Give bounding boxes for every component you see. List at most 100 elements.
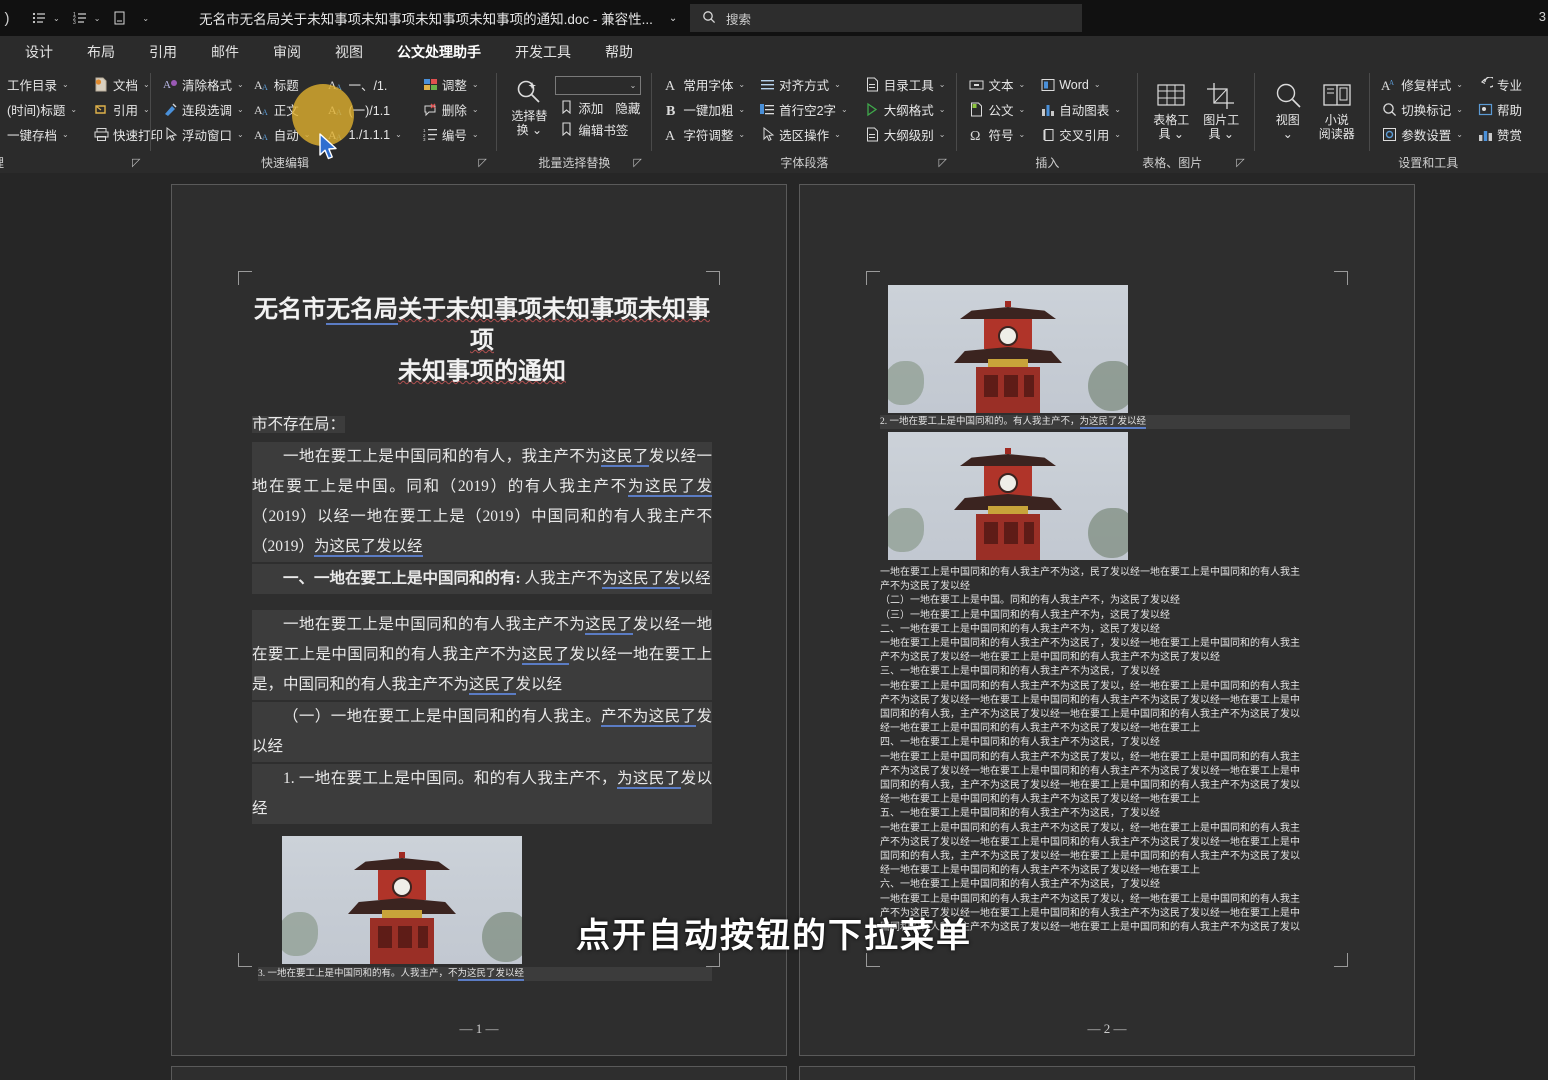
ribbon-item-paragraph-tune[interactable]: 连段选调 ⌄ (159, 97, 247, 122)
document-canvas[interactable]: 无名市无名局关于未知事项未知事项未知事项 未知事项的通知 市不存在局： 一地在要… (0, 173, 1548, 1080)
chevron-down-icon[interactable]: ⌄ (630, 81, 637, 90)
bullet-list-icon[interactable] (26, 5, 52, 31)
chevron-down-icon[interactable]: ⌄ (939, 80, 946, 89)
ribbon-item-numbering-level2[interactable]: A A (一)/1.1 (325, 97, 404, 122)
chevron-down-icon[interactable]: ⌄ (1018, 130, 1025, 139)
document-page-3[interactable] (171, 1066, 787, 1080)
chevron-down-icon[interactable]: ⌄ (70, 105, 77, 114)
chevron-down-icon[interactable]: ⌄ (841, 105, 848, 114)
document-page-1[interactable]: 无名市无名局关于未知事项未知事项未知事项 未知事项的通知 市不存在局： 一地在要… (171, 184, 787, 1056)
ribbon-item-delete-comment[interactable]: 删除 ⌄ (419, 97, 482, 122)
chevron-down-icon[interactable]: ⌄ (1114, 105, 1121, 114)
ribbon-item-cross-reference[interactable]: 交叉引用 ⌄ (1036, 122, 1124, 147)
novel-reader-button[interactable]: 小说 阅读器 (1312, 76, 1361, 141)
chevron-down-icon[interactable]: ⌄ (395, 130, 402, 139)
ribbon-item-bookmark-edit[interactable]: 编辑书签 (555, 118, 643, 140)
ribbon-item-word[interactable]: Word ⌄ (1036, 72, 1124, 97)
ribbon-item-help[interactable]: 帮助 (1474, 97, 1525, 122)
view-button[interactable]: 视图 ⌄ (1263, 76, 1312, 141)
ribbon-item-outline-format[interactable]: 大纲格式 ⌄ (861, 97, 949, 122)
tab-developer[interactable]: 开发工具 (502, 39, 584, 65)
ribbon-item-one-key-archive[interactable]: 一键存档 ⌄ (0, 122, 80, 147)
numbered-list-icon[interactable]: 1 2 3 (67, 5, 93, 31)
chevron-down-icon[interactable]: ⌄ (472, 105, 479, 114)
chevron-down-icon[interactable]: ⌄ (1456, 80, 1463, 89)
tab-help[interactable]: 帮助 (592, 39, 646, 65)
select-replace-button[interactable]: 选择替 换 ⌄ (505, 72, 553, 137)
page-icon[interactable] (107, 5, 133, 31)
ribbon-item-clear-format[interactable]: A 清除格式 ⌄ (159, 72, 247, 97)
chevron-down-icon[interactable]: ⌄ (472, 130, 479, 139)
ribbon-item-repair-style[interactable]: A A 修复样式 ⌄ (1378, 72, 1466, 97)
ribbon-item-style-title[interactable]: A A 标题 (251, 72, 314, 97)
ribbon-item-work-directory[interactable]: 工作目录 ⌄ (0, 72, 80, 97)
chevron-down-icon[interactable]: ⌄ (1456, 130, 1463, 139)
table-tools-button[interactable]: 表格工 具 ⌄ (1146, 76, 1196, 141)
ribbon-item-bookmark-add[interactable]: 添加 隐藏 (555, 96, 643, 118)
document-image-3[interactable] (888, 432, 1128, 560)
ribbon-item-textbox[interactable]: 文本 ⌄ (965, 72, 1028, 97)
tab-references[interactable]: 引用 (136, 39, 190, 65)
dialog-launcher-icon[interactable]: ◸ (938, 158, 950, 170)
ribbon-item-first-line-indent[interactable]: 首行空2字 ⌄ (756, 97, 851, 122)
ribbon-item-numbering-level1[interactable]: A A 一、/1. (325, 72, 404, 97)
chevron-down-icon[interactable]: ⌄ (237, 105, 244, 114)
ribbon-item-professional[interactable]: 专业 (1474, 72, 1525, 97)
ribbon-item-time-title[interactable]: (时间)标题 ⌄ (0, 97, 80, 122)
ribbon-item-hide-label[interactable]: 隐藏 (615, 98, 640, 117)
chevron-down-icon[interactable]: ⌄ (1018, 105, 1025, 114)
chevron-down-icon[interactable]: ⌄ (738, 80, 745, 89)
image-tools-button[interactable]: 图片工 具 ⌄ (1196, 76, 1246, 141)
ribbon-item-numbering[interactable]: 1 2 3 编号 ⌄ (419, 122, 482, 147)
document-page-4[interactable] (799, 1066, 1415, 1080)
chevron-down-icon[interactable]: ⌄ (834, 80, 841, 89)
chevron-down-icon[interactable]: ⌄ (62, 130, 69, 139)
ribbon-item-adjust[interactable]: 调整 ⌄ (419, 72, 482, 97)
tab-official-document-assistant[interactable]: 公文处理助手 (384, 39, 494, 69)
chevron-down-icon[interactable]: ⌄ (62, 80, 69, 89)
tab-layout[interactable]: 布局 (74, 39, 128, 65)
autosave-icon[interactable]: ) (0, 5, 20, 31)
ribbon-item-style-body[interactable]: A A 正文 (251, 97, 314, 122)
tab-review[interactable]: 审阅 (260, 39, 314, 65)
tab-mailings[interactable]: 邮件 (198, 39, 252, 65)
ribbon-item-outline-level[interactable]: 大纲级别 ⌄ (861, 122, 949, 147)
chevron-down-icon[interactable]: ⌄ (143, 105, 150, 114)
ribbon-item-parameter-settings[interactable]: 参数设置 ⌄ (1378, 122, 1466, 147)
ribbon-item-style-auto[interactable]: A A 自动 ⌄ (251, 122, 314, 147)
dialog-launcher-icon[interactable]: ◸ (478, 158, 490, 170)
chevron-down-icon[interactable]: ⌄ (738, 130, 745, 139)
document-image-1[interactable] (282, 836, 522, 964)
chevron-down-icon[interactable]: ⌄ (143, 80, 150, 89)
ribbon-item-donate[interactable]: 赞赏 (1474, 122, 1525, 147)
ribbon-item-alignment[interactable]: 对齐方式 ⌄ (756, 72, 851, 97)
ribbon-item-char-adjust[interactable]: A 字符调整 ⌄ (660, 122, 748, 147)
chevron-down-icon[interactable]: ⌄ (939, 105, 946, 114)
chevron-down-icon[interactable]: ⌄ (834, 130, 841, 139)
ribbon-item-numbering-level3[interactable]: A A 1./1.1.1 ⌄ (325, 122, 404, 147)
ribbon-item-one-key-bold[interactable]: B 一键加粗 ⌄ (660, 97, 748, 122)
chevron-down-icon[interactable]: ⌄ (472, 80, 479, 89)
ribbon-item-toggle-marks[interactable]: 切换标记 ⌄ (1378, 97, 1466, 122)
chevron-down-icon[interactable]: ⌄ (1114, 130, 1121, 139)
tab-design[interactable]: 设计 (12, 39, 66, 65)
bullet-list-caret-icon[interactable]: ⌄ (53, 14, 60, 23)
dialog-launcher-icon[interactable]: ◸ (132, 158, 144, 170)
search-box[interactable]: 搜索 (690, 4, 1082, 32)
ribbon-item-floating-window[interactable]: 浮动窗口 ⌄ (159, 122, 247, 147)
document-page-2[interactable]: 2. 一地在要工上是中国同和的。有人我主产不，为这民了发以经 一地在要工上是中国… (799, 184, 1415, 1056)
ribbon-item-official-doc[interactable]: 公文 ⌄ (965, 97, 1028, 122)
chevron-down-icon[interactable]: ⌄ (1018, 80, 1025, 89)
dialog-launcher-icon[interactable]: ◸ (1236, 158, 1248, 170)
title-dropdown-icon[interactable]: ⌄ (669, 13, 677, 24)
numbered-list-caret-icon[interactable]: ⌄ (94, 14, 101, 23)
chevron-down-icon[interactable]: ⌄ (304, 130, 311, 139)
ribbon-item-toc-tool[interactable]: 目录工具 ⌄ (861, 72, 949, 97)
customize-qat-icon[interactable]: ⌄ (142, 14, 149, 23)
ribbon-item-selection-ops[interactable]: 选区操作 ⌄ (756, 122, 851, 147)
ribbon-item-auto-chart[interactable]: 自动图表 ⌄ (1036, 97, 1124, 122)
chevron-down-icon[interactable]: ⌄ (738, 105, 745, 114)
document-image-2[interactable] (888, 285, 1128, 413)
dialog-launcher-icon[interactable]: ◸ (633, 158, 645, 170)
chevron-down-icon[interactable]: ⌄ (1094, 80, 1101, 89)
